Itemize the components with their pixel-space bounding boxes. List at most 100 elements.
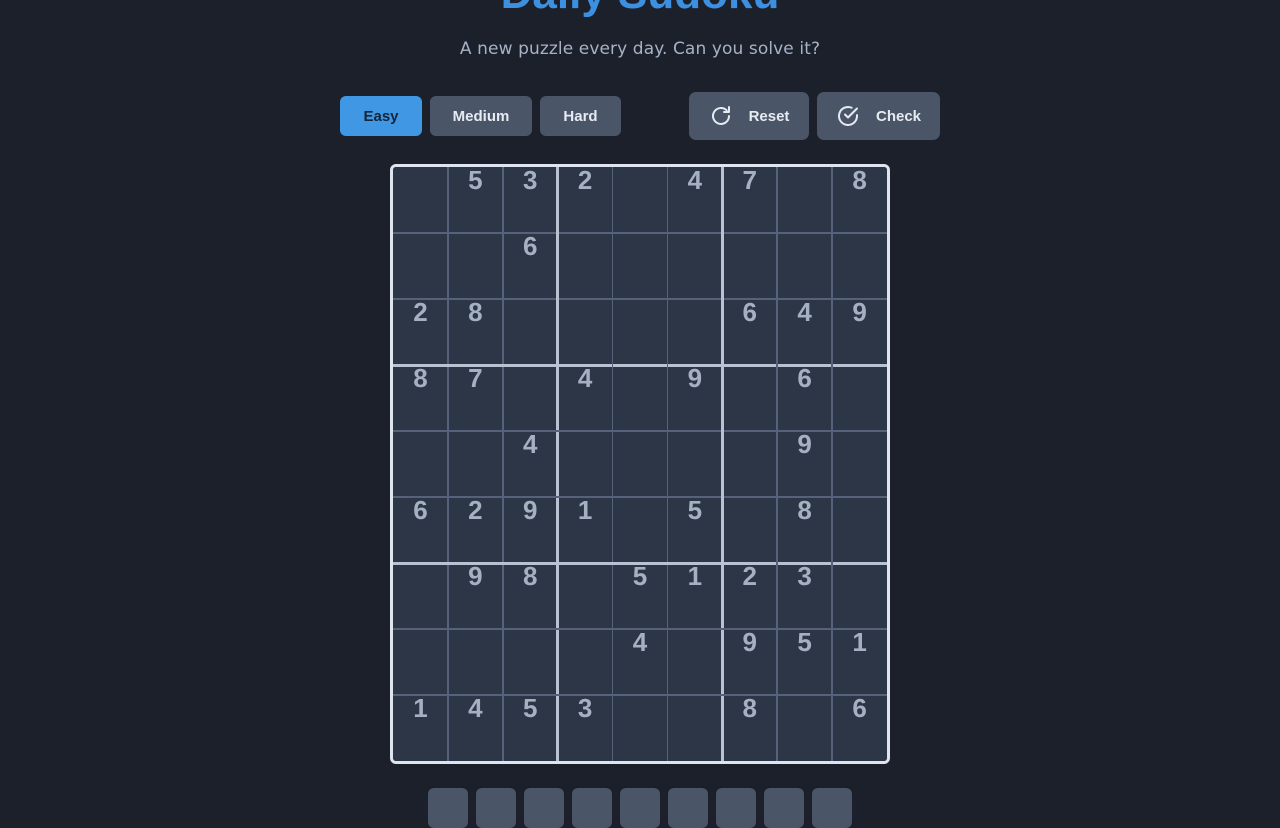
sudoku-cell-r5c3[interactable]: 4 [502,431,558,497]
sudoku-cell-r6c9[interactable] [832,497,887,563]
difficulty-hard-button[interactable]: Hard [540,96,621,136]
numpad-button-8[interactable] [764,788,804,828]
difficulty-medium-button[interactable]: Medium [430,96,532,136]
sudoku-cell-r6c7[interactable] [722,497,778,563]
sudoku-cell-r8c8[interactable]: 5 [777,629,833,695]
sudoku-cell-r4c2[interactable]: 7 [447,365,503,431]
difficulty-easy-button[interactable]: Easy [340,96,422,136]
sudoku-cell-r2c8[interactable] [777,233,833,299]
numpad-button-2[interactable] [476,788,516,828]
sudoku-cell-r5c8[interactable]: 9 [777,431,833,497]
sudoku-cell-r7c2[interactable]: 9 [447,563,503,629]
sudoku-cell-r4c4[interactable]: 4 [557,365,613,431]
sudoku-cell-r8c6[interactable] [667,629,723,695]
sudoku-cell-r4c1[interactable]: 8 [393,365,448,431]
sudoku-cell-r6c2[interactable]: 2 [447,497,503,563]
sudoku-cell-r5c9[interactable] [832,431,887,497]
sudoku-cell-r3c7[interactable]: 6 [722,299,778,365]
sudoku-cell-r6c6[interactable]: 5 [667,497,723,563]
sudoku-cell-r3c1[interactable]: 2 [393,299,448,365]
sudoku-cell-r7c5[interactable]: 5 [612,563,668,629]
sudoku-cell-r8c1[interactable] [393,629,448,695]
sudoku-cell-r8c5[interactable]: 4 [612,629,668,695]
sudoku-cell-r9c4[interactable]: 3 [557,695,613,761]
sudoku-cell-r5c1[interactable] [393,431,448,497]
sudoku-cell-r7c9[interactable] [832,563,887,629]
sudoku-cell-r6c8[interactable]: 8 [777,497,833,563]
numpad-button-6[interactable] [668,788,708,828]
sudoku-cell-r7c6[interactable]: 1 [667,563,723,629]
numpad-button-1[interactable] [428,788,468,828]
sudoku-cell-r8c2[interactable] [447,629,503,695]
sudoku-cell-r2c4[interactable] [557,233,613,299]
sudoku-cell-r7c7[interactable]: 2 [722,563,778,629]
cell-divider-vertical [611,167,614,761]
check-label: Check [875,107,922,125]
sudoku-cell-r9c9[interactable]: 6 [832,695,887,761]
sudoku-cell-r1c9[interactable]: 8 [832,167,887,233]
sudoku-cell-r7c8[interactable]: 3 [777,563,833,629]
sudoku-cell-r9c8[interactable] [777,695,833,761]
reset-button[interactable]: Reset [689,92,809,140]
sudoku-cell-r8c9[interactable]: 1 [832,629,887,695]
cell-divider-vertical [447,167,449,761]
sudoku-cell-r1c6[interactable]: 4 [667,167,723,233]
sudoku-cell-r9c5[interactable] [612,695,668,761]
sudoku-cell-r2c7[interactable] [722,233,778,299]
sudoku-cell-r5c5[interactable] [612,431,668,497]
sudoku-cell-r2c2[interactable] [447,233,503,299]
sudoku-cell-r6c4[interactable]: 1 [557,497,613,563]
sudoku-cell-r3c9[interactable]: 9 [832,299,887,365]
numpad-button-4[interactable] [572,788,612,828]
sudoku-cell-r9c2[interactable]: 4 [447,695,503,761]
numpad-button-7[interactable] [716,788,756,828]
sudoku-cell-r2c6[interactable] [667,233,723,299]
sudoku-cell-r8c7[interactable]: 9 [722,629,778,695]
sudoku-cell-r9c7[interactable]: 8 [722,695,778,761]
numpad-button-3[interactable] [524,788,564,828]
cell-divider-vertical [666,167,669,761]
sudoku-cell-r3c4[interactable] [557,299,613,365]
sudoku-cell-r3c2[interactable]: 8 [447,299,503,365]
sudoku-cell-r1c5[interactable] [612,167,668,233]
sudoku-cell-r2c5[interactable] [612,233,668,299]
sudoku-cell-r8c4[interactable] [557,629,613,695]
sudoku-cell-r3c6[interactable] [667,299,723,365]
sudoku-cell-r3c3[interactable] [502,299,558,365]
sudoku-cell-r2c9[interactable] [832,233,887,299]
sudoku-cell-r2c3[interactable]: 6 [502,233,558,299]
sudoku-cell-r5c7[interactable] [722,431,778,497]
sudoku-cell-r1c2[interactable]: 5 [447,167,503,233]
numpad-button-9[interactable] [812,788,852,828]
sudoku-cell-r6c1[interactable]: 6 [393,497,448,563]
sudoku-cell-r8c3[interactable] [502,629,558,695]
sudoku-cell-r1c4[interactable]: 2 [557,167,613,233]
sudoku-cell-r3c5[interactable] [612,299,668,365]
sudoku-cell-r7c1[interactable] [393,563,448,629]
sudoku-cell-r1c8[interactable] [777,167,833,233]
sudoku-cell-r3c8[interactable]: 4 [777,299,833,365]
sudoku-cell-r6c3[interactable]: 9 [502,497,558,563]
cell-divider-horizontal [393,628,887,630]
sudoku-cell-r6c5[interactable] [612,497,668,563]
sudoku-cell-r1c7[interactable]: 7 [722,167,778,233]
sudoku-cell-r7c3[interactable]: 8 [502,563,558,629]
sudoku-cell-r4c6[interactable]: 9 [667,365,723,431]
check-button[interactable]: Check [817,92,940,140]
sudoku-cell-r5c6[interactable] [667,431,723,497]
sudoku-cell-r4c9[interactable] [832,365,887,431]
sudoku-cell-r9c6[interactable] [667,695,723,761]
numpad-button-5[interactable] [620,788,660,828]
sudoku-cell-r2c1[interactable] [393,233,448,299]
sudoku-cell-r9c3[interactable]: 5 [502,695,558,761]
sudoku-cell-r1c1[interactable] [393,167,448,233]
sudoku-cell-r4c5[interactable] [612,365,668,431]
sudoku-cell-r4c8[interactable]: 6 [777,365,833,431]
sudoku-cell-r5c2[interactable] [447,431,503,497]
sudoku-cell-r4c3[interactable] [502,365,558,431]
sudoku-cell-r1c3[interactable]: 3 [502,167,558,233]
sudoku-cell-r5c4[interactable] [557,431,613,497]
sudoku-cell-r9c1[interactable]: 1 [393,695,448,761]
sudoku-cell-r7c4[interactable] [557,563,613,629]
sudoku-cell-r4c7[interactable] [722,365,778,431]
